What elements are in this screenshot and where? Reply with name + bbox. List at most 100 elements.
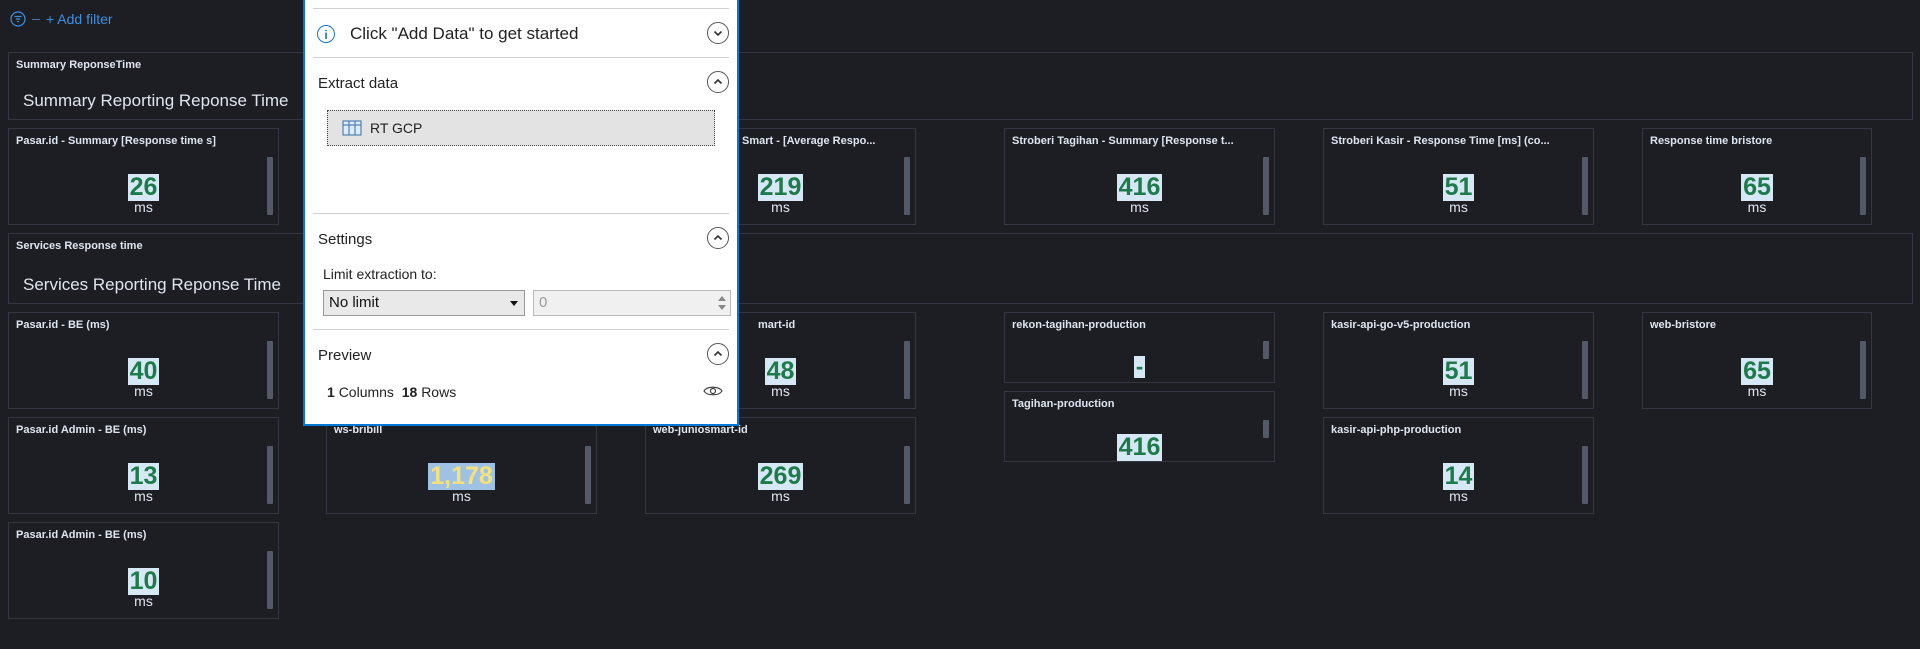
metric-panel: web-juniosmart-id 269 ms [645,417,916,514]
columns-label: Columns [338,384,394,400]
columns-count: 1 [327,384,335,400]
panel-title: kasir-api-php-production [1331,424,1462,436]
scrollbar[interactable] [904,157,910,215]
rows-count: 18 [401,384,418,400]
summary-panel: Summary ReponseTime Summary Reporting Re… [8,52,1913,120]
data-source-item[interactable]: RT GCP [327,110,715,146]
scrollbar[interactable] [1860,341,1866,399]
metric-value: 51 [1442,173,1475,201]
panel-title: Smart - [Average Respo... [742,135,876,147]
metric-value: 416 [1116,173,1163,201]
data-source-label: RT GCP [370,120,423,136]
preview-title: Preview [318,347,372,364]
metric-value: 10 [127,567,160,595]
filter-icon[interactable] [10,11,26,27]
scrollbar[interactable] [585,446,591,504]
scrollbar[interactable] [267,551,273,609]
extract-data-dialog: i Click "Add Data" to get started Extrac… [303,0,739,426]
limit-select[interactable]: No limit [323,290,525,316]
chevron-down-icon[interactable] [707,22,729,44]
scrollbar[interactable] [904,446,910,504]
metric-unit: ms [452,488,471,504]
metric-unit: ms [134,593,153,609]
caret-down-icon [510,301,518,306]
scrollbar[interactable] [1263,341,1269,359]
scrollbar[interactable] [267,446,273,504]
scrollbar[interactable] [1582,446,1588,504]
scrollbar[interactable] [1582,341,1588,399]
metric-panel: Tagihan-production 416 [1004,391,1275,462]
metric-value: 40 [127,357,160,385]
panel-title: Pasar.id Admin - BE (ms) [16,529,147,541]
metric-value: 48 [764,357,797,385]
metric-value: 269 [757,462,804,490]
extract-data-title: Extract data [318,75,399,92]
metric-panel: web-bristore 65 ms [1642,312,1872,409]
metric-unit: ms [1449,383,1468,399]
metric-unit: ms [134,199,153,215]
metric-unit: ms [1130,199,1149,215]
panel-title: Response time bristore [1650,135,1773,147]
metric-panel: Pasar.id - Summary [Response time s] 26 m… [8,128,279,225]
metric-value: 26 [127,173,160,201]
metric-panel: kasir-api-php-production 14 ms [1323,417,1594,514]
info-icon: i [317,25,335,43]
metric-unit: ms [1449,488,1468,504]
spin-down-icon[interactable] [718,305,726,310]
metric-unit: ms [771,488,790,504]
panel-title: Stroberi Kasir - Response Time [ms] (co.… [1331,135,1550,147]
rows-label: Rows [421,384,457,400]
panel-title: Pasar.id - BE (ms) [16,319,110,331]
scrollbar[interactable] [1860,157,1866,215]
limit-number-input[interactable]: 0 [533,290,731,316]
scrollbar[interactable] [1582,157,1588,215]
metric-unit: ms [1449,199,1468,215]
panel-title: Pasar.id - Summary [Response time s] [16,135,216,147]
metric-panel: kasir-api-go-v5-production 51 ms [1323,312,1594,409]
chevron-up-icon[interactable] [707,343,729,365]
metric-panel: Response time bristore 65 ms [1642,128,1872,225]
metric-panel: Stroberi Kasir - Response Time [ms] (co.… [1323,128,1594,225]
limit-number-value: 0 [539,294,548,311]
panel-markdown-text: Services Reporting Reponse Time [23,275,281,294]
metric-unit: ms [1747,199,1767,215]
eye-icon[interactable] [703,385,723,397]
metric-value: 416 [1116,433,1163,461]
table-icon [342,120,362,136]
panel-title: mart-id [758,319,796,331]
scrollbar[interactable] [1263,157,1269,215]
metric-value: 65 [1741,173,1773,201]
metric-value: 14 [1442,462,1475,490]
metric-value: 219 [757,173,804,201]
divider [313,213,729,214]
metric-value: 13 [127,462,160,490]
panel-title: Stroberi Tagihan - Summary [Response t..… [1012,135,1234,147]
panel-title: Pasar.id Admin - BE (ms) [16,424,147,436]
filter-bar: + Add filter [10,8,113,30]
metric-unit: ms [134,488,153,504]
settings-title: Settings [318,231,373,248]
metric-panel: Pasar.id - BE (ms) 40 ms [8,312,279,409]
panel-title: web-bristore [1650,319,1717,331]
panel-title: Summary ReponseTime [16,59,142,71]
preview-summary: 1 Columns 18 Rows [327,384,729,400]
scrollbar[interactable] [267,341,273,399]
add-filter-link[interactable]: + Add filter [46,11,113,27]
divider [313,329,729,330]
chevron-up-icon[interactable] [707,71,729,93]
metric-panel: rekon-tagihan-production - [1004,312,1275,383]
scrollbar[interactable] [904,341,910,399]
metric-value: - [1133,354,1146,379]
services-panel: Services Response time Services Reportin… [8,233,1913,304]
chevron-up-icon[interactable] [707,227,729,249]
spin-up-icon[interactable] [718,296,726,301]
metric-panel: Pasar.id Admin - BE (ms) 10 ms [8,522,279,619]
filter-separator [32,18,40,20]
scrollbar[interactable] [267,157,273,215]
metric-unit: ms [1747,383,1767,399]
scrollbar[interactable] [1263,420,1269,438]
metric-panel: ws-bribill 1,178 ms [326,417,597,514]
metric-unit: ms [134,383,153,399]
panel-title: Tagihan-production [1012,398,1115,410]
panel-title: rekon-tagihan-production [1012,319,1146,331]
